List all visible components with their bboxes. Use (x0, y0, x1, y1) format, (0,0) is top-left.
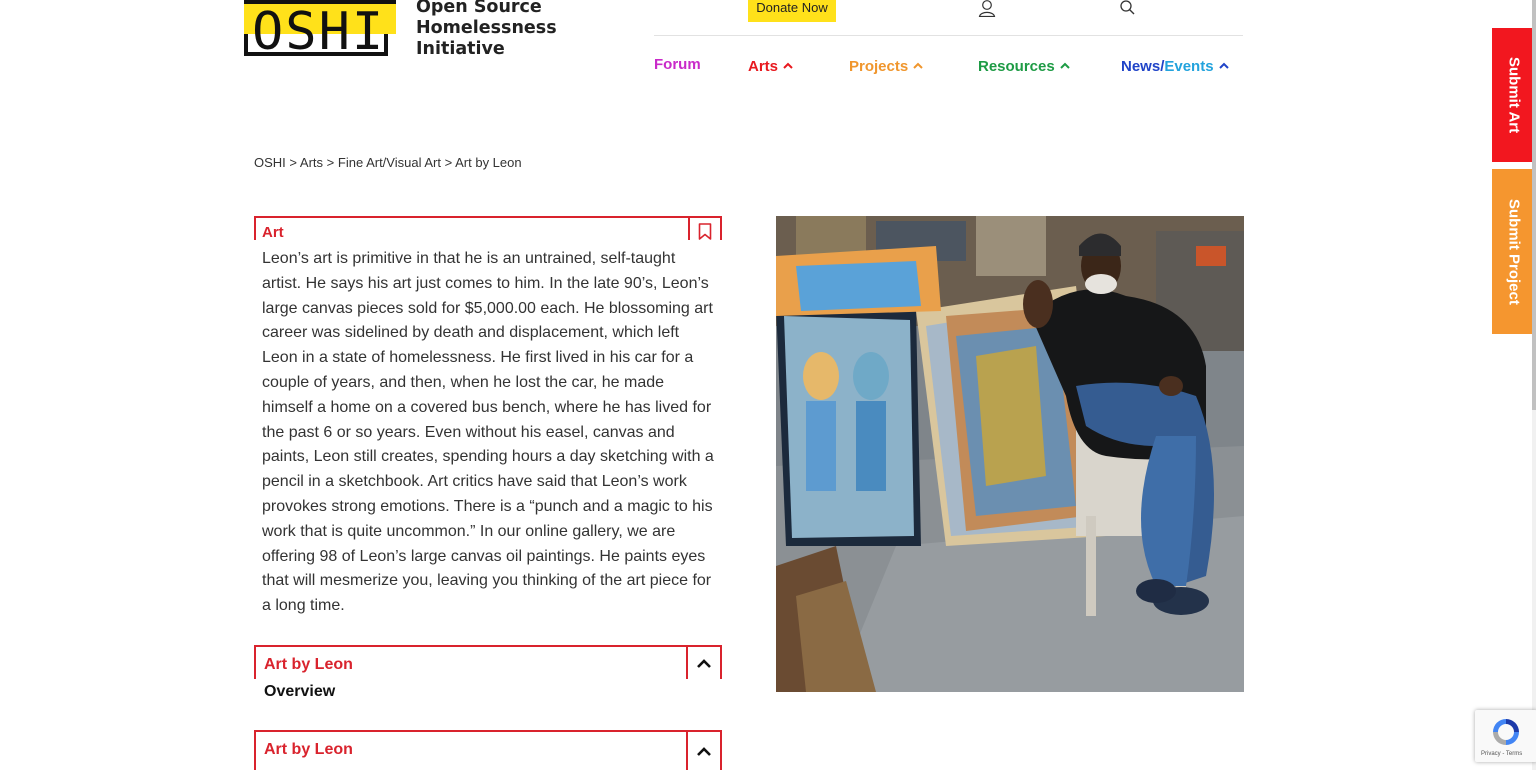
bookmark-icon (698, 223, 712, 240)
logo-text: OSHI (252, 2, 386, 62)
accordion-art-by-leon-1[interactable]: Art by Leon (254, 645, 722, 679)
breadcrumb-item-current: Art by Leon (455, 155, 522, 170)
nav-news-events[interactable]: News/Events (1121, 56, 1229, 75)
breadcrumb-item-fine-art[interactable]: Fine Art/Visual Art (338, 155, 441, 170)
donate-button[interactable]: Donate Now (748, 0, 836, 22)
nav-forum[interactable]: Forum (654, 56, 701, 73)
logo-mark: OSHI (244, 0, 396, 62)
chevron-up-icon (697, 658, 711, 668)
nav-divider (654, 35, 1243, 36)
bookmark-button[interactable] (688, 218, 720, 240)
site-logo[interactable]: OSHI Open Source Homelessness Initiative (244, 0, 557, 60)
nav-resources[interactable]: Resources (978, 56, 1070, 75)
search-icon[interactable] (1119, 0, 1136, 17)
recaptcha-terms-link[interactable]: Terms (1506, 751, 1522, 757)
recaptcha-icon (1493, 719, 1519, 745)
breadcrumb-item-arts[interactable]: Arts (300, 155, 323, 170)
accordion-overview-label: Overview (264, 683, 336, 700)
nav-projects[interactable]: Projects (849, 56, 923, 75)
chevron-up-icon (783, 56, 793, 73)
org-name: Open Source Homelessness Initiative (416, 0, 557, 59)
chevron-up-icon (1218, 56, 1229, 73)
accordion-toggle-button[interactable] (686, 647, 720, 679)
nav-arts[interactable]: Arts (748, 56, 793, 75)
recaptcha-privacy-link[interactable]: Privacy (1481, 751, 1501, 757)
breadcrumb: OSHI > Arts > Fine Art/Visual Art > Art … (254, 155, 522, 170)
chevron-up-icon (697, 746, 711, 756)
chevron-up-icon (1060, 56, 1070, 73)
breadcrumb-item-oshi[interactable]: OSHI (254, 155, 286, 170)
accordion-toggle-button[interactable] (686, 732, 720, 770)
accordion-title: Art by Leon (264, 656, 353, 673)
user-icon[interactable] (978, 0, 996, 18)
art-panel-title: Art (262, 224, 284, 241)
art-panel-header: Art (254, 216, 722, 241)
recaptcha-badge[interactable]: Privacy - Terms (1475, 710, 1536, 762)
submit-project-tab[interactable]: Submit Project (1492, 169, 1536, 334)
accordion-art-by-leon-2[interactable]: Art by Leon (254, 730, 722, 770)
artist-photo (776, 216, 1244, 692)
submit-art-tab[interactable]: Submit Art (1492, 28, 1536, 162)
chevron-up-icon (913, 56, 923, 73)
art-description: Leon’s art is primitive in that he is an… (262, 250, 714, 615)
scrollbar-thumb[interactable] (1532, 0, 1536, 410)
accordion-title: Art by Leon (264, 741, 353, 758)
recaptcha-links: Privacy - Terms (1481, 751, 1523, 757)
